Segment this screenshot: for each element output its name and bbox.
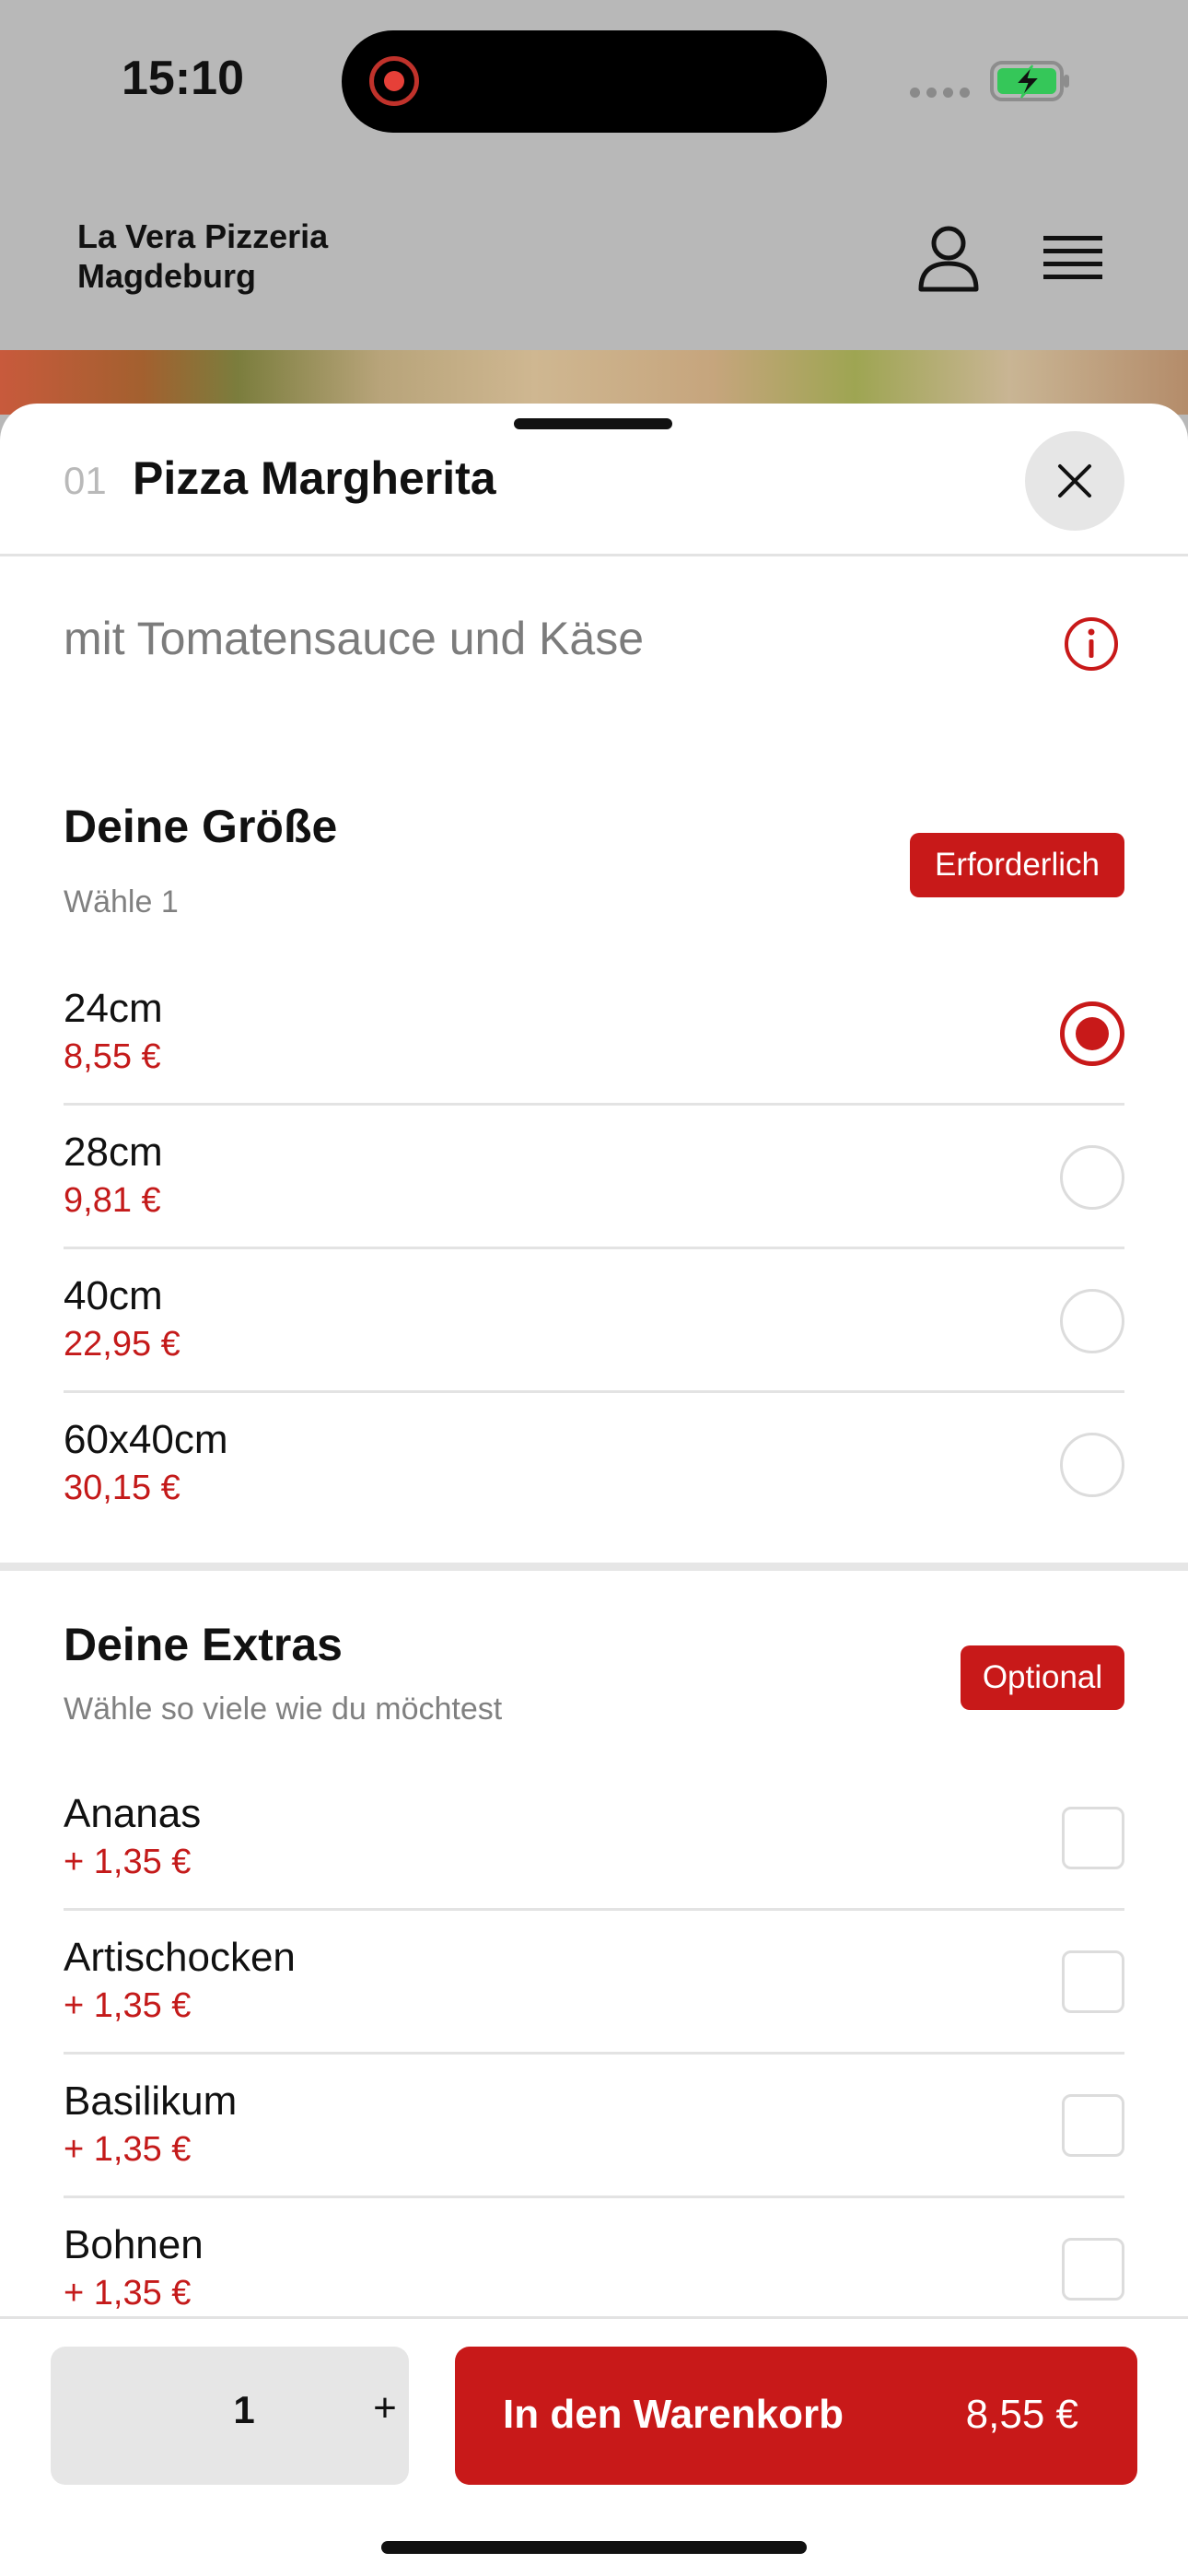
optional-badge: Optional bbox=[961, 1645, 1124, 1710]
close-button[interactable] bbox=[1025, 431, 1124, 531]
checkbox[interactable] bbox=[1062, 2094, 1124, 2157]
option-price: 30,15 € bbox=[64, 1469, 181, 1507]
size-section-title: Deine Größe bbox=[64, 801, 338, 852]
option-name: Ananas bbox=[64, 1791, 202, 1836]
quantity-stepper[interactable]: 1 + bbox=[51, 2347, 409, 2485]
close-icon bbox=[1058, 464, 1091, 498]
add-to-cart-label: In den Warenkorb bbox=[503, 2392, 844, 2437]
option-price: 8,55 € bbox=[64, 1037, 161, 1076]
cart-total-price: 8,55 € bbox=[965, 2392, 1078, 2437]
option-name: Bohnen bbox=[64, 2222, 204, 2267]
extras-section-title: Deine Extras bbox=[64, 1619, 343, 1670]
restaurant-name[interactable]: La Vera Pizzeria Magdeburg bbox=[77, 217, 328, 296]
order-footer: 1 + In den Warenkorb 8,55 € bbox=[0, 2316, 1188, 2576]
size-option-row[interactable]: 40cm 22,95 € bbox=[64, 1249, 1124, 1393]
extra-option-row[interactable]: Ananas + 1,35 € bbox=[64, 1767, 1124, 1911]
status-time: 15:10 bbox=[122, 52, 244, 105]
quantity-value: 1 bbox=[233, 2388, 255, 2431]
option-price: + 1,35 € bbox=[64, 1986, 192, 2025]
status-bar: 15:10 bbox=[0, 0, 1188, 166]
add-to-cart-button[interactable]: In den Warenkorb 8,55 € bbox=[455, 2347, 1137, 2485]
section-divider bbox=[0, 1563, 1188, 1571]
radio-button[interactable] bbox=[1060, 1145, 1124, 1210]
dynamic-island bbox=[342, 30, 827, 133]
radio-button[interactable] bbox=[1060, 1289, 1124, 1353]
item-title: Pizza Margherita bbox=[133, 452, 496, 504]
option-price: + 1,35 € bbox=[64, 2130, 192, 2169]
option-price: 22,95 € bbox=[64, 1325, 181, 1364]
option-price: + 1,35 € bbox=[64, 1843, 192, 1881]
size-option-row[interactable]: 24cm 8,55 € bbox=[64, 962, 1124, 1106]
required-badge: Erforderlich bbox=[910, 833, 1124, 897]
size-option-row[interactable]: 28cm 9,81 € bbox=[64, 1106, 1124, 1249]
size-option-row[interactable]: 60x40cm 30,15 € bbox=[64, 1393, 1124, 1537]
option-name: 60x40cm bbox=[64, 1417, 228, 1462]
checkbox[interactable] bbox=[1062, 1807, 1124, 1869]
app-header: La Vera Pizzeria Magdeburg bbox=[0, 166, 1188, 350]
user-icon[interactable] bbox=[912, 221, 985, 295]
extra-option-row[interactable]: Basilikum + 1,35 € bbox=[64, 2055, 1124, 2198]
restaurant-name-line1: La Vera Pizzeria bbox=[77, 217, 329, 255]
extra-option-row[interactable]: Artischocken + 1,35 € bbox=[64, 1911, 1124, 2055]
home-indicator[interactable] bbox=[381, 2541, 807, 2554]
extras-section-subtitle: Wähle so viele wie du möchtest bbox=[64, 1692, 503, 1727]
product-sheet: 01 Pizza Margherita mit Tomatensauce und… bbox=[0, 404, 1188, 2576]
recording-indicator-icon bbox=[369, 56, 419, 106]
option-price: + 1,35 € bbox=[64, 2274, 192, 2313]
sheet-header: 01 Pizza Margherita bbox=[0, 404, 1188, 556]
option-name: Basilikum bbox=[64, 2078, 238, 2124]
radio-button-selected[interactable] bbox=[1060, 1001, 1124, 1066]
restaurant-name-line2: Magdeburg bbox=[77, 257, 256, 295]
option-price: 9,81 € bbox=[64, 1181, 161, 1220]
quantity-plus-button[interactable]: + bbox=[364, 2385, 406, 2431]
checkbox[interactable] bbox=[1062, 2238, 1124, 2301]
option-name: 24cm bbox=[64, 986, 163, 1031]
item-number: 01 bbox=[64, 459, 107, 502]
signal-icon bbox=[910, 88, 971, 99]
item-description: mit Tomatensauce und Käse bbox=[64, 613, 645, 664]
option-name: Artischocken bbox=[64, 1935, 296, 1980]
info-icon[interactable] bbox=[1063, 615, 1120, 673]
size-section-subtitle: Wähle 1 bbox=[64, 884, 179, 919]
battery-charging-icon bbox=[990, 61, 1069, 101]
option-name: 28cm bbox=[64, 1130, 163, 1175]
option-name: 40cm bbox=[64, 1273, 163, 1318]
menu-icon[interactable] bbox=[1036, 221, 1113, 295]
radio-button[interactable] bbox=[1060, 1433, 1124, 1497]
checkbox[interactable] bbox=[1062, 1950, 1124, 2013]
